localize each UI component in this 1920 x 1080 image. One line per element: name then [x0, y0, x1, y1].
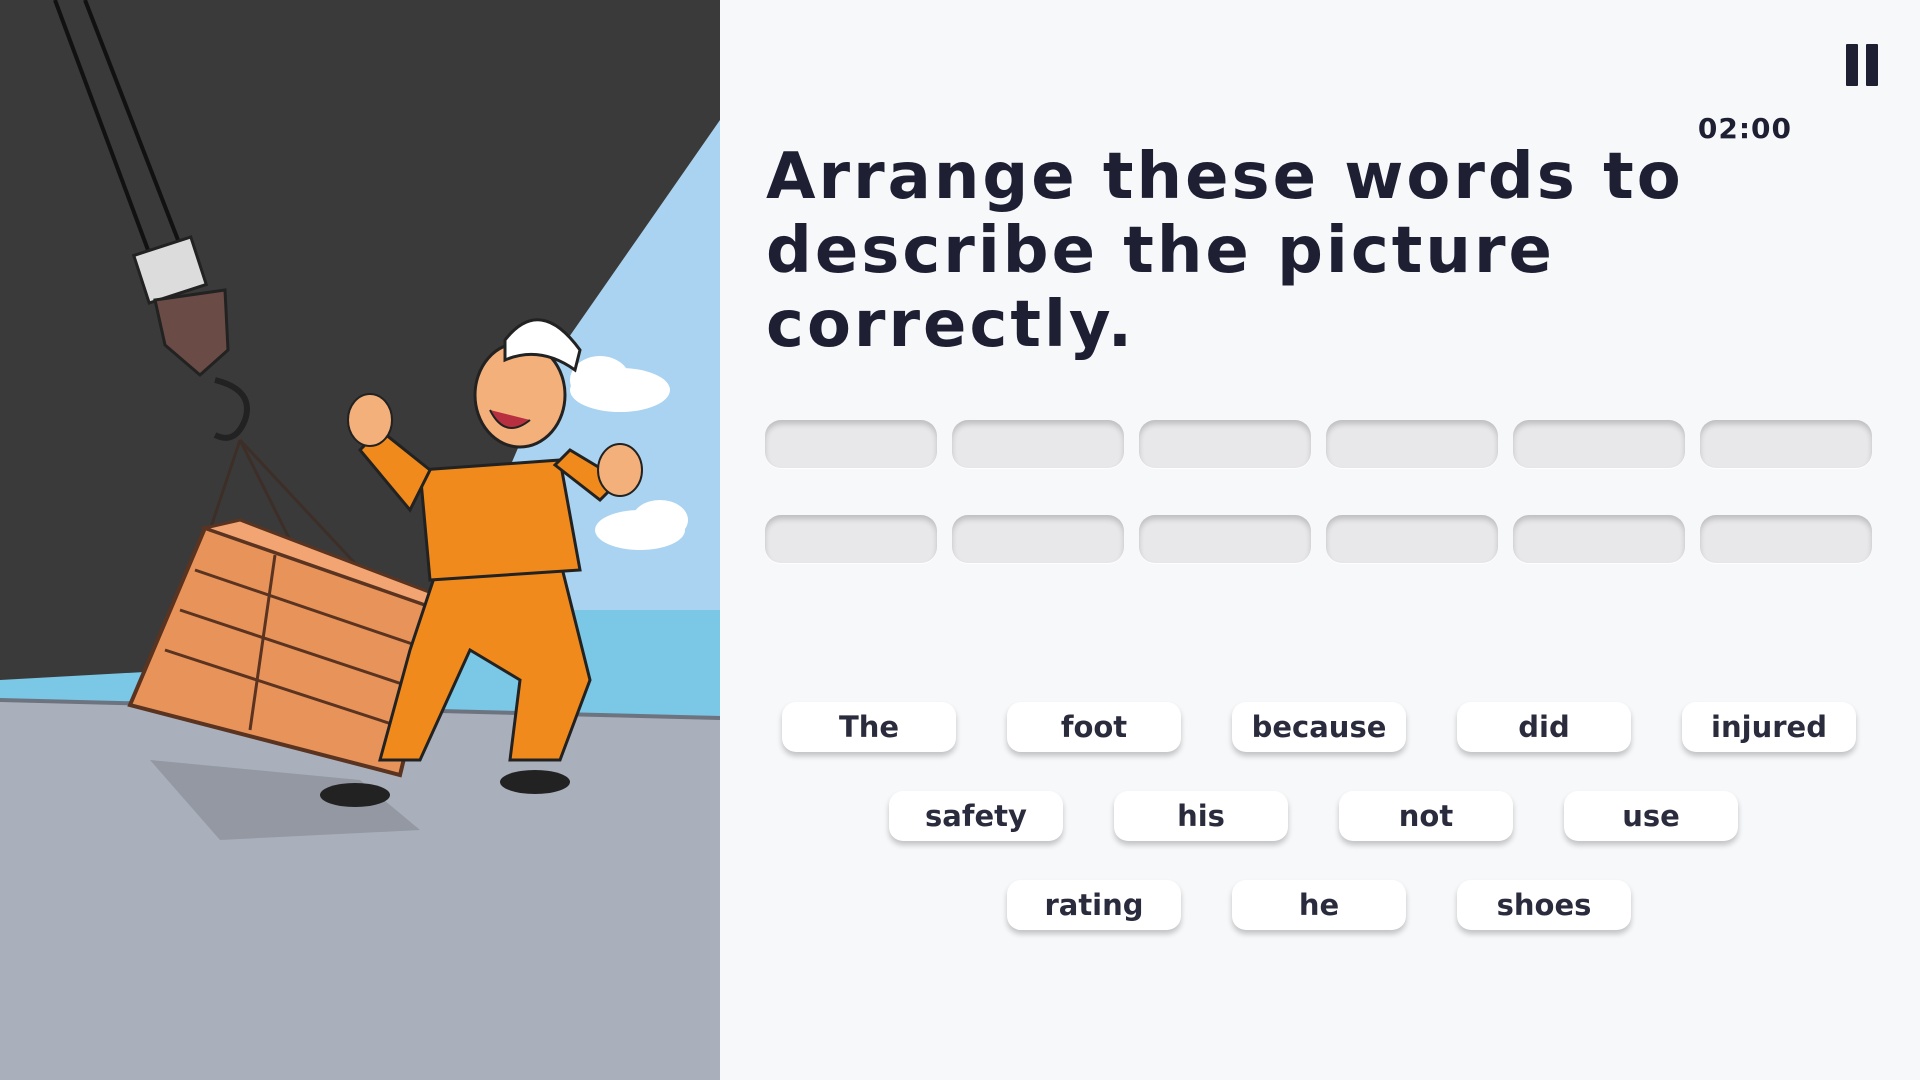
word-chip[interactable]: because [1232, 702, 1406, 752]
answer-slot-5[interactable] [1513, 420, 1685, 468]
word-chip[interactable]: shoes [1457, 880, 1631, 930]
answer-slot-3[interactable] [1139, 420, 1311, 468]
answer-slot-6[interactable] [1700, 420, 1872, 468]
answer-slot-11[interactable] [1513, 515, 1685, 563]
word-chip[interactable]: use [1564, 791, 1738, 841]
word-chip[interactable]: his [1114, 791, 1288, 841]
answer-slot-2[interactable] [952, 420, 1124, 468]
answer-slot-7[interactable] [765, 515, 937, 563]
scene-svg [0, 0, 720, 1080]
word-chip[interactable]: The [782, 702, 956, 752]
word-chip[interactable]: foot [1007, 702, 1181, 752]
question-panel: 02:00 Arrange these words to describe th… [720, 0, 1920, 1080]
word-chip[interactable]: safety [889, 791, 1063, 841]
answer-slot-8[interactable] [952, 515, 1124, 563]
answer-slot-1[interactable] [765, 420, 937, 468]
word-chip[interactable]: rating [1007, 880, 1181, 930]
word-chip[interactable]: not [1339, 791, 1513, 841]
pause-button[interactable] [1846, 44, 1880, 86]
pause-icon [1846, 44, 1858, 86]
word-chip[interactable]: injured [1682, 702, 1856, 752]
word-chip[interactable]: did [1457, 702, 1631, 752]
word-chip[interactable]: he [1232, 880, 1406, 930]
answer-slot-9[interactable] [1139, 515, 1311, 563]
answer-slot-12[interactable] [1700, 515, 1872, 563]
answer-slot-10[interactable] [1326, 515, 1498, 563]
scene-illustration [0, 0, 720, 1080]
answer-slot-4[interactable] [1326, 420, 1498, 468]
question-prompt: Arrange these words to describe the pict… [766, 140, 1684, 362]
